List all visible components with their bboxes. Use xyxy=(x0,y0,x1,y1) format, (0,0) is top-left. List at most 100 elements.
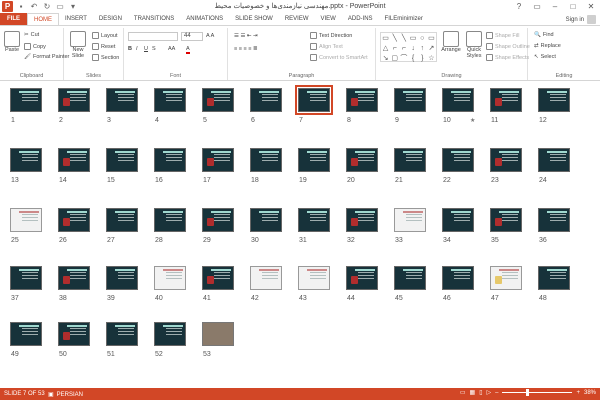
shape-item[interactable]: ↓ xyxy=(409,43,418,53)
slide-thumbnail[interactable] xyxy=(298,266,330,290)
slide-thumbnail[interactable] xyxy=(250,88,282,112)
font-name-box[interactable] xyxy=(128,32,178,41)
slide-thumbnail[interactable] xyxy=(346,88,378,112)
normal-view-icon[interactable]: ▭ xyxy=(460,389,466,396)
slide-thumbnail[interactable] xyxy=(346,148,378,172)
slide-thumbnail[interactable] xyxy=(202,266,234,290)
tab-add-ins[interactable]: ADD-INS xyxy=(342,13,379,25)
slide-thumbnail[interactable] xyxy=(490,208,522,232)
slide-thumbnail[interactable] xyxy=(442,266,474,290)
shape-item[interactable]: ↗ xyxy=(427,43,436,53)
shape-item[interactable]: ↑ xyxy=(418,43,427,53)
copy-button[interactable]: Copy xyxy=(24,43,46,50)
slide-thumbnail[interactable] xyxy=(154,88,186,112)
tab-transitions[interactable]: TRANSITIONS xyxy=(128,13,180,25)
help-button[interactable]: ? xyxy=(512,2,526,11)
arrange-button[interactable]: Arrange xyxy=(440,31,462,53)
shape-item[interactable]: ▢ xyxy=(390,53,399,63)
zoom-in-button[interactable]: + xyxy=(576,390,580,396)
paste-button[interactable]: Paste xyxy=(3,31,21,53)
shapes-gallery[interactable]: ▭ ╲ ╲ ▭ ○ ▭ △ ⌐ ⌐ ↓ ↑ ↗ ↘ ▢ ⌒{} ☆ xyxy=(380,32,437,62)
underline-button[interactable]: U xyxy=(144,46,148,52)
slide-thumbnail[interactable] xyxy=(154,208,186,232)
shape-item[interactable]: ⌐ xyxy=(390,43,399,53)
tab-slide-show[interactable]: SLIDE SHOW xyxy=(229,13,279,25)
maximize-button[interactable]: □ xyxy=(566,2,580,11)
format-painter-button[interactable]: 🖌 Format Painter xyxy=(24,54,69,60)
section-button[interactable]: Section xyxy=(92,54,119,61)
slide-thumbnail[interactable] xyxy=(538,148,570,172)
find-button[interactable]: 🔍 Find xyxy=(534,32,554,38)
shape-item[interactable]: ⌐ xyxy=(399,43,408,53)
slide-thumbnail[interactable] xyxy=(298,208,330,232)
slide-thumbnail[interactable] xyxy=(298,148,330,172)
slide-thumbnail[interactable] xyxy=(490,148,522,172)
slide-thumbnail[interactable] xyxy=(394,266,426,290)
replace-button[interactable]: ⇄ Replace xyxy=(534,43,561,49)
slide-thumbnail[interactable] xyxy=(10,88,42,112)
slide-thumbnail[interactable] xyxy=(250,266,282,290)
slide-thumbnail[interactable] xyxy=(250,208,282,232)
shape-item[interactable]: ╲ xyxy=(399,33,408,43)
shape-item[interactable]: ▭ xyxy=(427,33,436,43)
minimize-button[interactable]: – xyxy=(548,2,562,11)
text-direction-button[interactable]: Text Direction xyxy=(310,32,352,39)
bold-button[interactable]: B xyxy=(128,46,132,52)
slide-thumbnail[interactable] xyxy=(58,148,90,172)
slide-thumbnail[interactable] xyxy=(106,266,138,290)
slide-thumbnail[interactable] xyxy=(538,208,570,232)
shape-outline-button[interactable]: Shape Outline xyxy=(486,43,530,50)
slide-thumbnail[interactable] xyxy=(295,85,333,115)
slide-thumbnail[interactable] xyxy=(10,322,42,346)
slide-thumbnail[interactable] xyxy=(202,322,234,346)
new-slide-button[interactable]: New Slide xyxy=(68,31,88,59)
ribbon-display-button[interactable]: ▭ xyxy=(530,2,544,11)
change-case-button[interactable]: AA xyxy=(168,46,175,52)
slide-thumbnail[interactable] xyxy=(58,266,90,290)
tab-file[interactable]: FILE xyxy=(0,13,27,25)
strikethrough-button[interactable]: S xyxy=(152,46,156,52)
font-grow-button[interactable]: A A xyxy=(206,33,214,39)
tab-design[interactable]: DESIGN xyxy=(93,13,128,25)
reset-button[interactable]: Reset xyxy=(92,43,115,50)
tab-insert[interactable]: INSERT xyxy=(59,13,93,25)
slide-thumbnail[interactable] xyxy=(58,322,90,346)
bullets-button[interactable]: ☰ ☰ ⇤ ⇥ xyxy=(234,33,258,39)
slide-thumbnail[interactable] xyxy=(346,266,378,290)
slideshow-view-icon[interactable]: ▷ xyxy=(487,389,492,396)
slide-thumbnail[interactable] xyxy=(106,148,138,172)
shape-item[interactable]: } xyxy=(418,53,427,63)
zoom-slider[interactable] xyxy=(502,389,573,396)
zoom-out-button[interactable]: – xyxy=(495,390,498,396)
slide-sorter-view-icon[interactable]: ▦ xyxy=(470,389,476,396)
slide-thumbnail[interactable] xyxy=(10,148,42,172)
close-button[interactable]: ✕ xyxy=(584,2,598,11)
select-button[interactable]: ↖ Select xyxy=(534,54,556,60)
zoom-level[interactable]: 38% xyxy=(584,390,596,396)
slide-thumbnail[interactable] xyxy=(202,208,234,232)
alignment-buttons[interactable]: ≡ ≡ ≡ ≡ ≣ xyxy=(234,46,258,52)
cut-button[interactable]: ✂ Cut xyxy=(24,32,39,38)
shape-item[interactable]: ⌒ xyxy=(399,53,408,63)
slide-thumbnail[interactable] xyxy=(10,266,42,290)
animation-star-icon[interactable]: ★ xyxy=(470,117,475,124)
font-color-button[interactable]: A xyxy=(186,46,190,54)
slide-thumbnail[interactable] xyxy=(490,266,522,290)
align-text-button[interactable]: Align Text xyxy=(310,43,343,50)
slide-thumbnail[interactable] xyxy=(10,208,42,232)
slide-thumbnail[interactable] xyxy=(58,88,90,112)
slide-thumbnail[interactable] xyxy=(394,88,426,112)
slide-thumbnail[interactable] xyxy=(346,208,378,232)
italic-button[interactable]: I xyxy=(136,46,138,52)
tab-review[interactable]: REVIEW xyxy=(279,13,315,25)
slide-thumbnail[interactable] xyxy=(154,266,186,290)
font-size-box[interactable]: 44 xyxy=(181,32,203,41)
tab-view[interactable]: VIEW xyxy=(315,13,342,25)
language-indicator[interactable]: ▣ PERSIAN xyxy=(48,391,83,399)
slide-thumbnail[interactable] xyxy=(106,88,138,112)
shape-item[interactable]: △ xyxy=(381,43,390,53)
sign-in[interactable]: Sign in xyxy=(566,15,596,24)
slide-thumbnail[interactable] xyxy=(394,208,426,232)
layout-button[interactable]: Layout xyxy=(92,32,118,39)
slide-thumbnail[interactable] xyxy=(202,148,234,172)
